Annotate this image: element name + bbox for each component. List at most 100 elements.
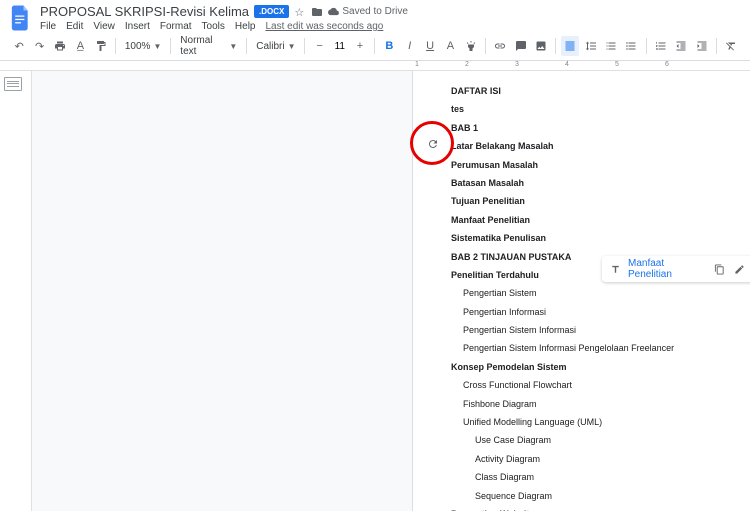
move-icon[interactable] xyxy=(311,6,323,18)
underline-button[interactable]: U xyxy=(421,36,439,56)
toc-row[interactable]: Unified Modelling Language (UML) 9 xyxy=(425,413,750,431)
link-button[interactable] xyxy=(491,36,509,56)
toc-label: Unified Modelling Language (UML) xyxy=(437,415,602,429)
font-size-inc[interactable]: + xyxy=(351,36,369,56)
menu-help[interactable]: Help xyxy=(235,21,256,32)
toc-page-num: 9 xyxy=(746,415,750,429)
spellcheck-button[interactable]: A̲ xyxy=(71,36,89,56)
menu-file[interactable]: File xyxy=(40,21,56,32)
toc-label: Sistematika Penulisan xyxy=(425,231,546,245)
undo-button[interactable]: ↶ xyxy=(10,36,28,56)
toc-row[interactable]: Class Diagram12 xyxy=(425,468,750,486)
bold-button[interactable]: B xyxy=(380,36,398,56)
paint-format-button[interactable] xyxy=(92,36,110,56)
toc-page-num: 3 xyxy=(746,84,750,98)
toc-label: Penelitian Terdahulu xyxy=(425,268,539,282)
toc-row[interactable]: Latar Belakang Masalah1 xyxy=(425,137,750,155)
toc-row[interactable]: Sistematika Penulisan4 xyxy=(425,229,750,247)
highlight-button[interactable] xyxy=(462,36,480,56)
toc-label: Use Case Diagram xyxy=(449,433,551,447)
text-color-button[interactable]: A xyxy=(441,36,459,56)
indent-dec-button[interactable] xyxy=(672,36,690,56)
toc-row[interactable]: Pengertian Sistem Informasi Pengelolaan … xyxy=(425,339,750,357)
toc-page-num: 9 xyxy=(746,433,750,447)
toc-row[interactable]: Batasan Masalah4 xyxy=(425,174,750,192)
toc-row[interactable]: DAFTAR ISI 3 xyxy=(425,82,750,100)
docs-logo[interactable] xyxy=(10,4,32,32)
toc-row[interactable]: tes4 xyxy=(425,100,750,118)
toc-row[interactable]: Fishbone Diagram9 xyxy=(425,395,750,413)
menu-bar: File Edit View Insert Format Tools Help … xyxy=(40,19,740,32)
menu-edit[interactable]: Edit xyxy=(66,21,83,32)
redo-button[interactable]: ↷ xyxy=(30,36,48,56)
toc-label: BAB 1 xyxy=(425,121,478,135)
document-page[interactable]: DAFTAR ISI3tes4BAB 11Latar Belakang Masa… xyxy=(412,71,750,511)
menu-insert[interactable]: Insert xyxy=(125,21,150,32)
toc-label: DAFTAR ISI xyxy=(425,84,501,98)
toc-label: BAB 2 TINJAUAN PUSTAKA xyxy=(425,250,571,264)
menu-view[interactable]: View xyxy=(93,21,115,32)
toc-row[interactable]: Cross Functional Flowchart9 xyxy=(425,376,750,394)
save-status[interactable]: Saved to Drive xyxy=(328,6,408,17)
text-style-icon xyxy=(608,262,622,276)
comment-button[interactable] xyxy=(511,36,529,56)
copy-icon[interactable] xyxy=(712,262,726,276)
ruler: 123456 xyxy=(0,61,750,71)
toc-page-num: 8 xyxy=(746,286,750,300)
font-size-input[interactable] xyxy=(331,41,349,52)
toc-row[interactable]: Konsep Pemodelan Sistem9 xyxy=(425,358,750,376)
toc-page-num: 8 xyxy=(746,305,750,319)
title-area: PROPOSAL SKRIPSI-Revisi Kelima .DOCX ☆ S… xyxy=(40,4,740,32)
menu-format[interactable]: Format xyxy=(160,21,192,32)
toc-row[interactable]: Activity Diagram10 xyxy=(425,450,750,468)
toc-page-num: 1 xyxy=(746,139,750,153)
star-icon[interactable]: ☆ xyxy=(294,6,306,18)
toc-row[interactable]: Pengertian Sistem 8 xyxy=(425,284,750,302)
font-size-dec[interactable]: − xyxy=(310,36,328,56)
toc-label: Manfaat Penelitian xyxy=(425,213,530,227)
toc-row[interactable]: Pengertian Sistem Informasi8 xyxy=(425,321,750,339)
last-edit[interactable]: Last edit was seconds ago xyxy=(265,21,383,32)
toc-page-num: 13 xyxy=(746,489,750,503)
toc-page-num: 4 xyxy=(746,102,750,116)
toc-row[interactable]: BAB 11 xyxy=(425,119,750,137)
toc-row[interactable]: Manfaat Penelitian 4 xyxy=(425,211,750,229)
italic-button[interactable]: I xyxy=(401,36,419,56)
toc-row[interactable]: Sequence Diagram13 xyxy=(425,487,750,505)
toc-row[interactable]: Tujuan Penelitian4 xyxy=(425,192,750,210)
font-select[interactable]: Calibri▼ xyxy=(252,41,299,52)
toc-page-num: 4 xyxy=(746,176,750,190)
toc-row[interactable]: Perumusan Masalah 3 xyxy=(425,156,750,174)
menu-tools[interactable]: Tools xyxy=(202,21,225,32)
toc-label: Perumusan Masalah xyxy=(425,158,538,172)
toc-page-num: 9 xyxy=(746,397,750,411)
align-button[interactable] xyxy=(561,36,579,56)
popup-link-text[interactable]: Manfaat Penelitian xyxy=(628,258,706,280)
toc-row[interactable]: Use Case Diagram 9 xyxy=(425,431,750,449)
toc-row[interactable]: Pengertian Informasi 8 xyxy=(425,303,750,321)
print-button[interactable] xyxy=(51,36,69,56)
outline-toggle-icon[interactable] xyxy=(4,77,22,91)
bulleted-list-button[interactable] xyxy=(622,36,640,56)
toc-row[interactable]: Pengertian Website14 xyxy=(425,505,750,511)
toc-label: Pengertian Sistem Informasi xyxy=(437,323,576,337)
checklist-button[interactable] xyxy=(602,36,620,56)
toc-page-num: 4 xyxy=(746,213,750,227)
clear-format-button[interactable] xyxy=(722,36,740,56)
toc-label: Cross Functional Flowchart xyxy=(437,378,572,392)
image-button[interactable] xyxy=(532,36,550,56)
style-select[interactable]: Normal text▼ xyxy=(176,35,241,57)
toc-page-num: 8 xyxy=(746,341,750,355)
indent-inc-button[interactable] xyxy=(692,36,710,56)
zoom-select[interactable]: 100%▼ xyxy=(121,41,166,52)
toc-page-num: 12 xyxy=(746,470,750,484)
edit-icon[interactable] xyxy=(732,262,746,276)
toc-refresh-button[interactable] xyxy=(426,137,440,151)
toc-page-num: 3 xyxy=(746,158,750,172)
toc-label: Pengertian Sistem xyxy=(437,286,537,300)
toc-label: Pengertian Informasi xyxy=(437,305,546,319)
numbered-list-button[interactable] xyxy=(652,36,670,56)
line-spacing-button[interactable] xyxy=(581,36,599,56)
toc-label: Activity Diagram xyxy=(449,452,540,466)
doc-title[interactable]: PROPOSAL SKRIPSI-Revisi Kelima xyxy=(40,4,249,19)
